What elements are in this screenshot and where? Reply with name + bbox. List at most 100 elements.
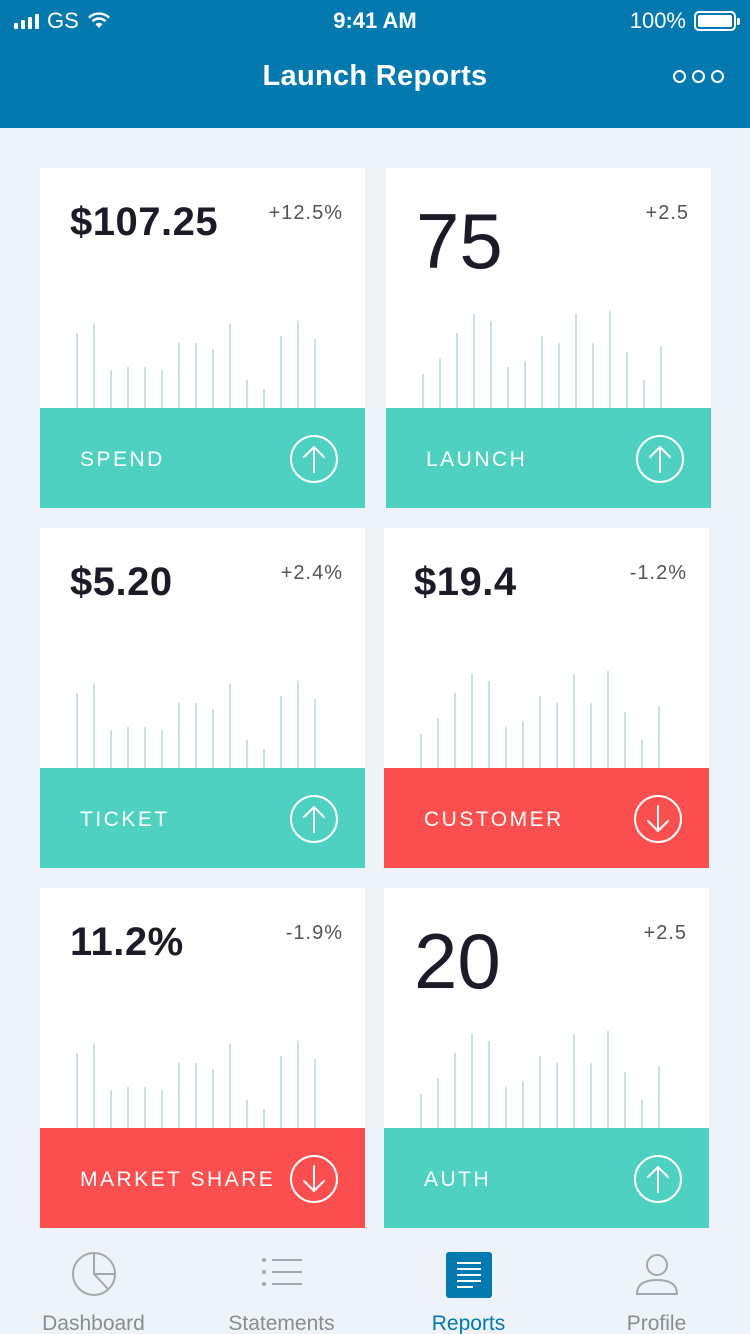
chart-bar (607, 1031, 609, 1128)
tab-dashboard[interactable]: Dashboard (0, 1236, 187, 1334)
card-footer[interactable]: MARKET SHARE (40, 1128, 365, 1228)
sparkline-bars (420, 668, 680, 768)
chart-bar (658, 1066, 660, 1128)
metric-delta: +2.5 (645, 202, 689, 224)
tab-reports[interactable]: Reports (375, 1236, 562, 1334)
report-card-auth[interactable]: 20 +2.5 AUTH (384, 888, 709, 1228)
chart-bar (488, 1041, 490, 1128)
report-card-launch[interactable]: 75 +2.5 LAUNCH (386, 168, 711, 508)
metric-value: $107.25 (70, 200, 219, 244)
card-footer[interactable]: TICKET (40, 768, 365, 868)
chart-bar (522, 721, 524, 768)
metric-label: LAUNCH (426, 448, 528, 471)
battery-icon (694, 11, 740, 31)
sparkline-bars (420, 1028, 680, 1128)
chart-bar (93, 324, 95, 408)
chart-bar (471, 674, 473, 768)
chart-bar (212, 709, 214, 768)
chart-bar (524, 361, 526, 408)
chart-bar (437, 1078, 439, 1128)
chart-bar (558, 343, 560, 408)
chart-bar (590, 703, 592, 768)
tab-label: Dashboard (42, 1312, 145, 1334)
metric-delta: +2.5 (643, 922, 687, 944)
metric-delta: -1.2% (629, 562, 687, 584)
chart-bar (76, 693, 78, 768)
metric-value: $5.20 (70, 560, 173, 604)
chart-bar (297, 681, 299, 768)
tab-label: Profile (626, 1312, 687, 1334)
chart-bar (144, 727, 146, 768)
chart-bar (658, 706, 660, 768)
chart-bar (626, 352, 628, 408)
metric-value: 20 (414, 917, 501, 1005)
report-card-spend[interactable]: $107.25 +12.5% SPEND (40, 168, 365, 508)
chart-bar (624, 1072, 626, 1128)
chart-bar (609, 311, 611, 408)
arrow-up-circle-icon (636, 435, 684, 483)
metric-value: 75 (416, 197, 503, 285)
metric-delta: +2.4% (280, 562, 343, 584)
chart-bar (592, 343, 594, 408)
chart-bar (263, 389, 265, 408)
metric-value: $19.4 (414, 560, 517, 604)
chart-bar (76, 333, 78, 408)
chart-bar (263, 749, 265, 768)
chart-bar (76, 1053, 78, 1128)
chart-bar (505, 1087, 507, 1128)
chart-bar (643, 380, 645, 408)
sparkline-bars (76, 308, 336, 408)
card-footer[interactable]: CUSTOMER (384, 768, 709, 868)
more-horizontal-icon[interactable] (673, 70, 724, 83)
chart-bar (454, 1053, 456, 1128)
tab-statements[interactable]: Statements (188, 1236, 375, 1334)
tab-profile[interactable]: Profile (563, 1236, 750, 1334)
chart-bar (93, 1044, 95, 1128)
chart-bar (539, 1056, 541, 1128)
chart-bar (314, 339, 316, 408)
chart-bar (246, 1100, 248, 1128)
card-footer[interactable]: LAUNCH (386, 408, 711, 508)
chart-bar (127, 1087, 129, 1128)
report-card-customer[interactable]: $19.4 -1.2% CUSTOMER (384, 528, 709, 868)
chart-bar (573, 1034, 575, 1128)
chart-bar (212, 349, 214, 408)
chart-bar (522, 1081, 524, 1128)
chart-bar (539, 696, 541, 768)
chart-bar (507, 367, 509, 408)
chart-bar (195, 1063, 197, 1128)
chart-bar (280, 336, 282, 408)
card-footer[interactable]: AUTH (384, 1128, 709, 1228)
chart-bar (161, 730, 163, 768)
chart-bar (439, 358, 441, 408)
chart-bar (93, 684, 95, 768)
chart-bar (246, 380, 248, 408)
document-icon (445, 1252, 492, 1298)
chart-bar (127, 727, 129, 768)
chart-bar (641, 740, 643, 768)
chart-bar (473, 314, 475, 408)
list-icon (261, 1258, 302, 1286)
metric-label: TICKET (80, 808, 170, 831)
report-card-ticket[interactable]: $5.20 +2.4% TICKET (40, 528, 365, 868)
card-footer[interactable]: SPEND (40, 408, 365, 508)
chart-bar (212, 1069, 214, 1128)
chart-bar (641, 1100, 643, 1128)
chart-bar (624, 712, 626, 768)
chart-bar (556, 1063, 558, 1128)
metric-delta: -1.9% (285, 922, 343, 944)
chart-bar (195, 703, 197, 768)
report-card-market-share[interactable]: 11.2% -1.9% MARKET SHARE (40, 888, 365, 1228)
chart-bar (280, 1056, 282, 1128)
chart-bar (195, 343, 197, 408)
chart-bar (161, 1090, 163, 1128)
tab-bar: Dashboard Statements Reports Profile (0, 1236, 750, 1334)
chart-bar (488, 681, 490, 768)
chart-bar (454, 693, 456, 768)
chart-bar (422, 374, 424, 408)
chart-bar (110, 1090, 112, 1128)
chart-bar (314, 1059, 316, 1128)
chart-bar (505, 727, 507, 768)
battery-percent: 100% (629, 8, 686, 33)
chart-bar (607, 671, 609, 768)
